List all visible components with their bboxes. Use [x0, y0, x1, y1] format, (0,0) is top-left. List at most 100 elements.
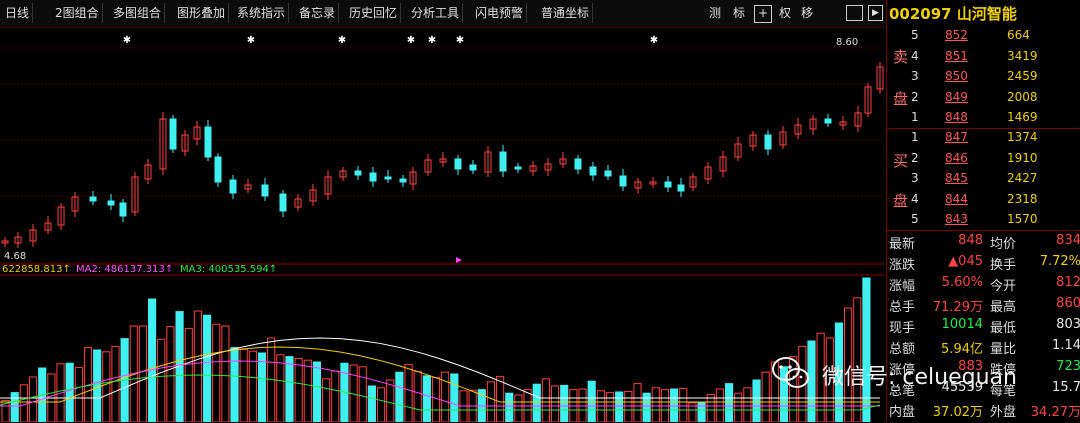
bids-level: 3: [911, 171, 919, 185]
toolbar-right-btn-1[interactable]: 标: [730, 3, 748, 23]
stock-name: 山河智能: [956, 5, 1017, 23]
stat-key-2: 外盘: [990, 405, 1017, 420]
stat-row: 内盘 37.02万 外盘 34.27万: [887, 401, 1080, 423]
bids-row: 3 845 2427: [911, 171, 1080, 191]
candle-body: [89, 196, 97, 202]
toolbar-btn-9[interactable]: 普通坐标: [538, 3, 594, 23]
event-marker-icon: ✱: [407, 35, 415, 46]
stat-value: 5.60%: [941, 275, 983, 290]
toolbar-btn-6[interactable]: 历史回忆: [346, 3, 402, 23]
expand-panel-icon[interactable]: ▶: [868, 5, 883, 21]
candle-body: [169, 118, 177, 150]
candle-body: [107, 200, 115, 206]
asks-price: 848: [945, 110, 968, 124]
crosshair-icon[interactable]: +: [754, 5, 772, 23]
volume-bar: [532, 383, 541, 422]
volume-bar: [10, 392, 19, 422]
bids-volume: 2427: [1007, 171, 1038, 185]
toolbar-btn-3[interactable]: 图形叠加: [174, 3, 230, 23]
low-price-label: 4.68: [4, 251, 26, 262]
volume-bar: [230, 347, 239, 422]
asks-row: 4 851 3419: [911, 49, 1080, 69]
volume-bar: [138, 325, 148, 422]
stat-row: 涨跌 ▲045 换手 7.72%: [887, 254, 1080, 276]
volume-bar: [706, 393, 715, 422]
stat-key-2: 换手: [990, 258, 1017, 273]
candle-body: [261, 184, 269, 197]
asks-price: 852: [945, 28, 968, 42]
window-restore-icon[interactable]: [846, 5, 863, 21]
stat-key: 现手: [889, 321, 916, 336]
candle-body: [764, 134, 772, 150]
high-price-label: 8.60: [836, 37, 858, 48]
asks-volume: 1469: [1007, 110, 1038, 124]
bids-volume: 1910: [1007, 150, 1038, 165]
toolbar: 日线 2图组合 多图组合 图形叠加 系统指示 备忘录 历史回忆 分析工具 闪电预警 普通坐标 测标 权…: [0, 0, 885, 28]
stat-value-2: 1.14: [1052, 338, 1080, 353]
volume-bar: [624, 390, 633, 422]
volume-bar: [331, 370, 340, 422]
bids-level: 2: [911, 150, 919, 165]
ma-label: MA3: 400535.594↑: [180, 264, 277, 275]
volume-bar: [514, 394, 523, 422]
stat-key-2: 最低: [990, 321, 1017, 336]
candle-body: [399, 178, 407, 183]
event-marker-icon: ✱: [650, 35, 658, 46]
stat-value: 37.02万: [932, 405, 983, 420]
bids-price: 846: [945, 150, 968, 165]
toolbar-btn-2[interactable]: 多图组合: [110, 3, 166, 23]
volume-bar: [312, 361, 322, 422]
kline-chart-area[interactable]: ✱ ✱ ✱ ✱ ✱ ✱ ✱ 8.60 4.68 622858.813↑ MA2: 486137.31…: [0, 28, 885, 422]
asks-row: 5 852 664: [911, 28, 1080, 48]
ma-label: MA2: 486137.313↑: [76, 264, 173, 275]
bids-level: 1: [911, 130, 919, 144]
toolbar-right-btn-2[interactable]: 权: [776, 3, 794, 23]
volume-bar: [743, 387, 752, 422]
stat-key-2: 均价: [990, 237, 1017, 252]
toolbar-btn-1[interactable]: 2图组合: [52, 3, 103, 23]
toolbar-btn-8[interactable]: 闪电预警: [472, 3, 528, 23]
asks-price: 849: [945, 89, 968, 104]
watermark: 微信号: celuequan: [770, 355, 1070, 395]
candle-body: [824, 118, 832, 124]
volume-bar: [148, 298, 157, 422]
volume-bar: [358, 366, 367, 422]
stat-row: 最新 848 均价 834: [887, 233, 1080, 255]
candle-body: [384, 176, 392, 180]
toolbar-right-btn-0[interactable]: 测: [706, 3, 724, 23]
volume-bar: [303, 359, 312, 422]
candle-body: [604, 170, 612, 177]
stat-value: 71.29万: [932, 300, 983, 315]
candle-body: [499, 151, 507, 172]
candle-body: [469, 164, 477, 171]
candle-body: [514, 166, 522, 170]
stock-title: 002097 山河智能: [889, 3, 1017, 24]
toolbar-right-btn-3[interactable]: 移: [798, 3, 816, 23]
volume-bar: [395, 371, 404, 422]
toolbar-btn-0[interactable]: 日线: [2, 3, 34, 23]
asks-volume: 2459: [1007, 69, 1038, 83]
asks-level: 4: [911, 48, 919, 63]
toolbar-btn-5[interactable]: 备忘录: [296, 3, 340, 23]
stat-value-2: 803: [1056, 317, 1080, 332]
event-marker-icon: ✱: [123, 35, 131, 46]
volume-bar: [221, 325, 230, 422]
candle-body: [204, 126, 212, 158]
kline-chart[interactable]: ✱ ✱ ✱ ✱ ✱ ✱ ✱ 8.60 4.68 622858.813↑ MA2: 486137.31…: [0, 28, 885, 422]
stat-key: 内盘: [889, 405, 916, 420]
bids-price: 844: [945, 191, 968, 206]
asks-row: 1 848 1469: [911, 110, 1080, 130]
toolbar-btn-4[interactable]: 系统指示: [234, 3, 290, 23]
candle-body: [589, 166, 597, 176]
bids-row: 2 846 1910: [911, 151, 1080, 171]
volume-bar: [605, 392, 615, 422]
bids-volume: 1570: [1007, 212, 1038, 226]
asks-volume: 664: [1007, 28, 1030, 42]
volume-bar: [496, 375, 505, 422]
volume-bar: [862, 277, 871, 422]
volume-bar: [679, 387, 688, 422]
candle-body: [664, 181, 672, 188]
toolbar-btn-7[interactable]: 分析工具: [408, 3, 464, 23]
volume-bar: [422, 375, 431, 422]
stat-value: ▲045: [948, 254, 983, 269]
